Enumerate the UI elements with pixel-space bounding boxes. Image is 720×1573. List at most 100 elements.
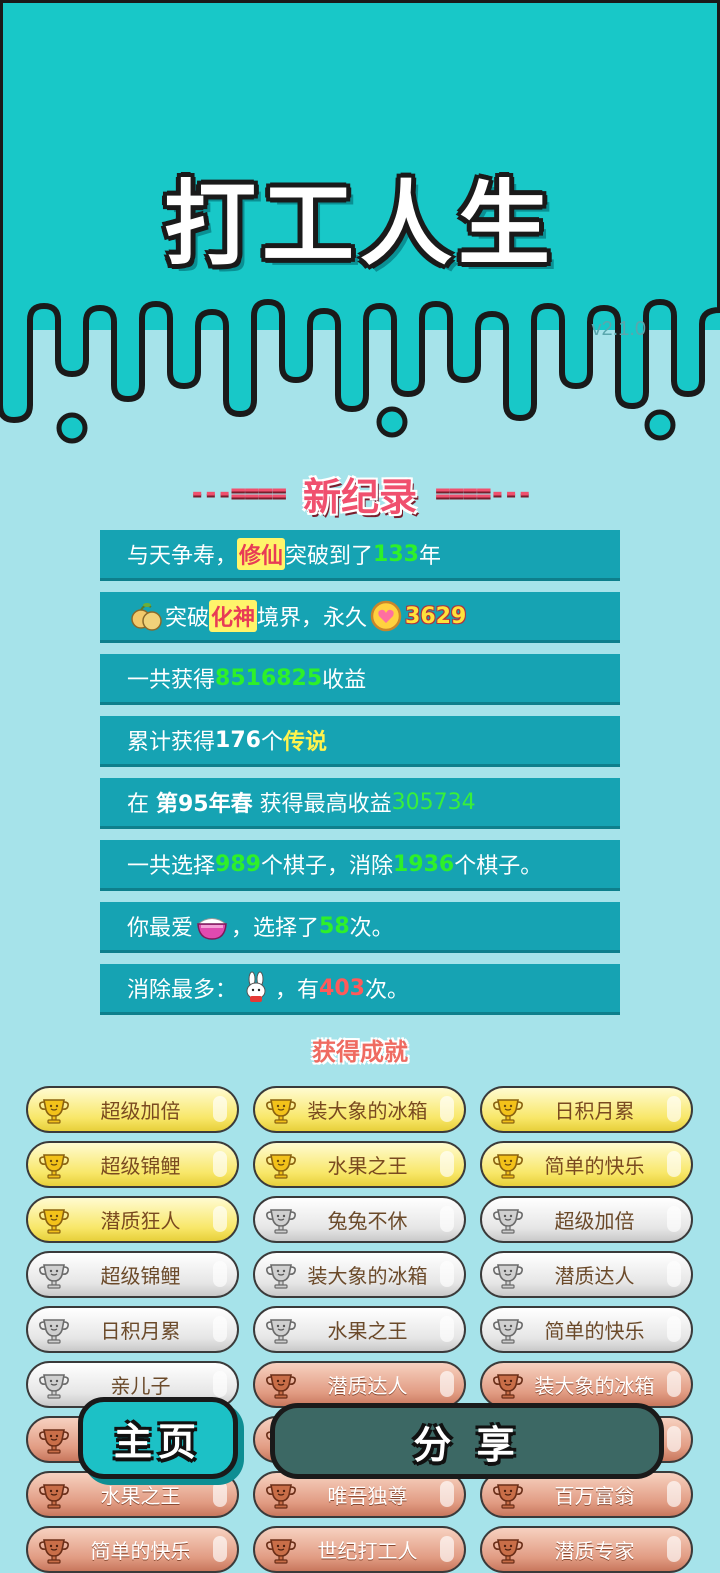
trophy-icon: [493, 1208, 523, 1234]
achievement-badge[interactable]: 装大象的冰箱: [253, 1086, 466, 1133]
achievement-badge[interactable]: 超级加倍: [480, 1196, 693, 1243]
stat-value: 1936: [392, 851, 455, 877]
stat-text: 个棋子，消除: [260, 854, 393, 879]
achievement-badge[interactable]: 日积月累: [26, 1306, 239, 1353]
achievement-badge[interactable]: 水果之王: [253, 1141, 466, 1188]
stat-bold: 第95年春: [156, 792, 253, 817]
achievement-label: 超级锦鲤: [100, 1154, 181, 1178]
dashes-left: ---====: [189, 478, 287, 508]
achievement-label: 日积月累: [554, 1099, 635, 1123]
achievement-badge[interactable]: 简单的快乐: [480, 1306, 693, 1353]
trophy-icon: [266, 1318, 296, 1344]
achievement-badge[interactable]: 世纪打工人: [253, 1526, 466, 1573]
achievement-badge[interactable]: 简单的快乐: [480, 1141, 693, 1188]
stat-text: 突破到了: [285, 544, 374, 569]
achievement-label: 兔兔不休: [327, 1209, 408, 1233]
stat-text: 获得最高收益: [252, 792, 392, 817]
achievement-badge[interactable]: 水果之王: [253, 1306, 466, 1353]
trophy-icon: [39, 1318, 69, 1344]
home-button[interactable]: 主页: [78, 1397, 238, 1479]
stat-value: 305734: [391, 789, 476, 815]
stats-list: 与天争寿， 修仙 突破到了 133 年 突破 化神 境界，永久 3629 一共获…: [100, 530, 620, 1026]
stat-value: 3629: [405, 603, 467, 629]
achievement-label: 潜质狂人: [100, 1209, 181, 1233]
achievements-grid: 超级加倍 装大象的冰箱 日积月累 超级锦鲤 水果之王 简单的快乐 潜质狂人 兔兔不休 超级加倍超…: [26, 1086, 696, 1573]
stat-text: 在: [127, 792, 156, 817]
achievement-badge[interactable]: 潜质达人: [480, 1251, 693, 1298]
share-button[interactable]: 分 享: [270, 1403, 664, 1479]
stat-text: 累计获得: [127, 730, 216, 755]
stat-text: 收益: [322, 668, 367, 693]
stat-text: 与天争寿，: [127, 544, 238, 569]
heart-coin-icon: [370, 600, 402, 632]
home-button-label: 主页: [113, 1419, 202, 1464]
achievement-label: 超级锦鲤: [100, 1264, 181, 1288]
achievements-title: 获得成就: [312, 1038, 408, 1066]
stat-row-legends: 累计获得 176 个 传说: [100, 716, 620, 767]
header: 打工人生 v2.1.0: [0, 0, 720, 460]
rabbit-icon: [246, 971, 266, 1002]
achievement-label: 简单的快乐: [544, 1319, 645, 1343]
stat-row-income: 一共获得 8516825 收益: [100, 654, 620, 705]
trophy-icon: [493, 1153, 523, 1179]
achievement-badge[interactable]: 装大象的冰箱: [253, 1251, 466, 1298]
achievement-label: 日积月累: [100, 1319, 181, 1343]
achievement-label: 简单的快乐: [544, 1154, 645, 1178]
stat-highlight: 传说: [282, 730, 327, 755]
trophy-icon: [39, 1538, 69, 1564]
achievement-label: 水果之王: [327, 1319, 408, 1343]
achievement-label: 超级加倍: [554, 1209, 635, 1233]
stat-text: 消除最多：: [127, 978, 238, 1003]
stat-text: 境界，永久: [257, 606, 368, 631]
trophy-icon: [39, 1263, 69, 1289]
dashes-right: ====---: [435, 478, 533, 508]
achievement-label: 装大象的冰箱: [307, 1264, 428, 1288]
trophy-icon: [266, 1263, 296, 1289]
achievement-label: 水果之王: [327, 1154, 408, 1178]
trophy-icon: [493, 1098, 523, 1124]
stat-text: 次。: [364, 978, 409, 1003]
trophy-icon: [266, 1208, 296, 1234]
achievement-label: 简单的快乐: [90, 1539, 191, 1563]
stat-text: 你最爱: [127, 916, 194, 941]
achievement-badge[interactable]: 超级锦鲤: [26, 1251, 239, 1298]
bottom-bar: 主页 分 享: [0, 1395, 720, 1487]
stat-value: 403: [319, 975, 365, 1001]
trophy-icon: [493, 1263, 523, 1289]
trophy-icon: [39, 1153, 69, 1179]
achievement-badge[interactable]: 超级加倍: [26, 1086, 239, 1133]
achievement-badge[interactable]: 潜质狂人: [26, 1196, 239, 1243]
stat-row-lifespan: 与天争寿， 修仙 突破到了 133 年: [100, 530, 620, 581]
stat-text: ，有: [275, 978, 320, 1003]
achievement-label: 世纪打工人: [317, 1539, 418, 1563]
trophy-icon: [266, 1153, 296, 1179]
app-title: 打工人生: [163, 171, 556, 278]
stat-row-best-year: 在 第95年春 获得最高收益 305734: [100, 778, 620, 829]
achievement-label: 潜质达人: [554, 1264, 635, 1288]
version-label: v2.1.0: [591, 318, 646, 340]
trophy-icon: [39, 1098, 69, 1124]
share-button-label: 分 享: [413, 1422, 521, 1467]
stat-row-most-eliminated: 消除最多： ，有 403 次。: [100, 964, 620, 1015]
achievement-badge[interactable]: 日积月累: [480, 1086, 693, 1133]
stat-text: 个棋子。: [454, 854, 543, 879]
trophy-icon: [493, 1318, 523, 1344]
stat-text: 突破: [165, 606, 210, 631]
stat-value: 133: [373, 541, 419, 567]
achievement-label: 装大象的冰箱: [307, 1099, 428, 1123]
achievement-label: 潜质专家: [554, 1539, 635, 1563]
stat-row-realm: 突破 化神 境界，永久 3629: [100, 592, 620, 643]
stat-row-favorite: 你最爱 ，选择了 58 次。: [100, 902, 620, 953]
stat-text: ，选择了: [231, 916, 320, 941]
achievement-badge[interactable]: 潜质专家: [480, 1526, 693, 1573]
stat-value: 8516825: [215, 665, 323, 691]
record-title: 新纪录: [302, 474, 417, 519]
rice-bowl-icon: [196, 918, 228, 940]
stat-highlight: 化神: [209, 600, 258, 632]
achievement-badge[interactable]: 简单的快乐: [26, 1526, 239, 1573]
fruit-icon: [131, 603, 162, 631]
achievement-badge[interactable]: 超级锦鲤: [26, 1141, 239, 1188]
achievement-badge[interactable]: 兔兔不休: [253, 1196, 466, 1243]
stat-value: 176: [215, 727, 261, 753]
stat-text: 次。: [349, 916, 394, 941]
